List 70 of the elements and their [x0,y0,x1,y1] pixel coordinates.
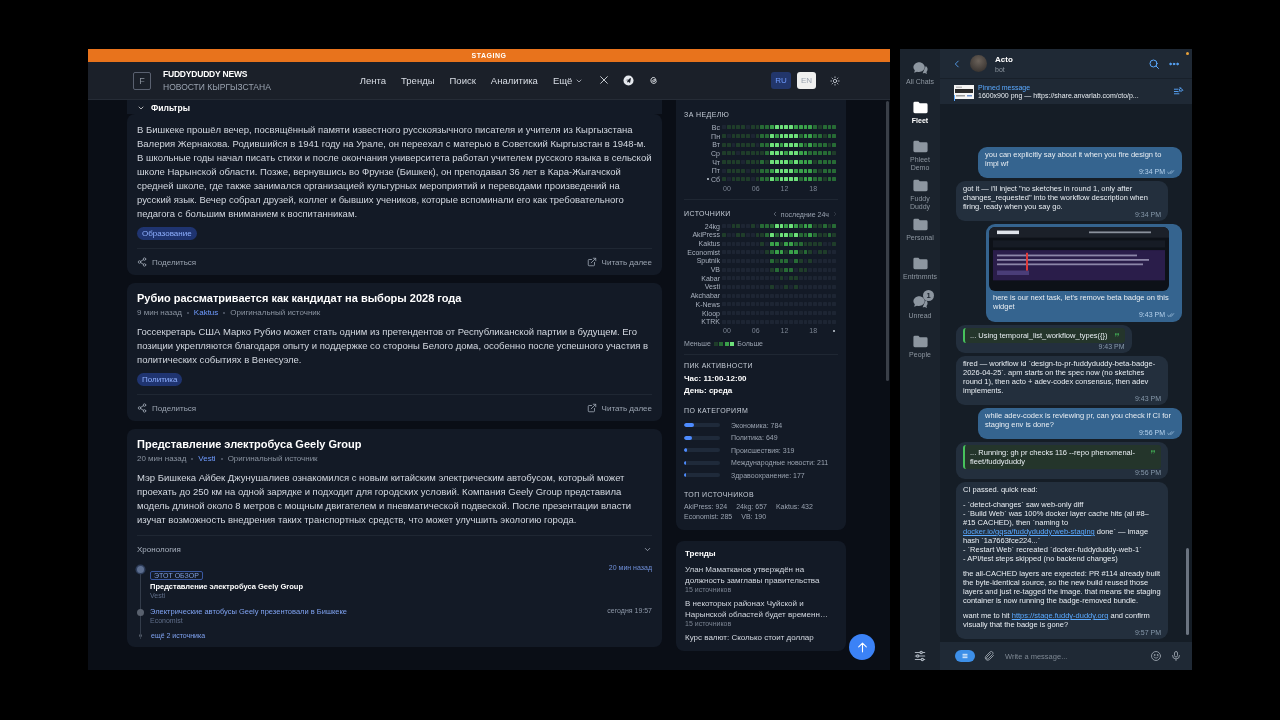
share-button[interactable]: Поделиться [137,257,197,267]
search-icon[interactable] [1148,57,1160,70]
original-source-link[interactable]: Оригинальный источник [227,454,318,463]
chat-bubbles-icon [911,294,929,311]
folder-icon [911,138,929,155]
folder-icon [911,99,929,116]
article-text: Госсекретарь США Марко Рубио может стать одним из претендентов от Республиканской партии в будущем. Его позиции укрепляются благодаря опыту и поддержке со стороны Белого дома, особенно после успешного участия в политических событиях в Венесуэле. [137,325,650,367]
nav-link[interactable]: Тренды [401,75,435,86]
peak-hour: Час: 11:00-12:00 [684,374,748,384]
category-tag[interactable]: Образование [137,227,197,240]
emoji-icon[interactable] [1150,650,1162,662]
nav-dropdown[interactable]: Ещё [552,75,584,86]
article-time: 20 мин назад [137,454,187,463]
article-text: Мэр Бишкека Айбек Джунушалиев ознакомился с новым китайским электрическим автобусом, который может проехать до 250 км на одной зарядке и подходит для городских условий. Компания Geely Group представила модель длиной около 8 метров с мощным двигателем и пневматической подвеской. После презентации власти изучат возможность внедрения таких транспортных средств, что может улучшить экологию города. [137,471,633,527]
timeline-label: Хронология [137,545,181,554]
chat-name: Acto [995,54,1013,64]
logo: F [133,71,151,90]
menu-button[interactable] [955,650,975,662]
back-icon[interactable] [952,58,962,69]
read-more-link[interactable]: Читать далее [586,257,652,267]
paperclip-icon[interactable] [983,650,995,662]
scroll-top-button[interactable] [849,634,875,660]
chevron-down-icon[interactable] [643,545,652,554]
paper-plane-icon[interactable] [623,75,635,86]
share-button[interactable]: Поделиться [137,403,197,413]
share-icon [137,257,147,267]
article-title[interactable]: Представление электробуса Geely Group [137,438,652,450]
share-icon [137,403,147,413]
trend-link[interactable]: Курс валют: Сколько стоит доллар [685,631,837,643]
external-link-icon [586,403,597,413]
chevron-left-icon[interactable] [771,211,778,218]
chat-bubbles-icon [911,60,929,77]
folder-icon [911,255,929,272]
pin-list-icon[interactable] [1173,86,1184,97]
menu-icon [960,651,970,661]
filter-toggle[interactable]: Фильтры [127,100,662,114]
nav-link[interactable]: Лента [359,75,387,86]
language-button[interactable]: RU [771,72,791,89]
x-logo-icon[interactable] [599,75,610,85]
notification-dot [1186,52,1189,55]
folder-icon [911,177,929,194]
trends-title: Тренды [685,548,717,558]
peak-day: День: среда [684,386,838,396]
read-more-link[interactable]: Читать далее [586,403,652,413]
trend-link[interactable]: Улан Маматканов утверждён на должность замглавы правительства [685,563,837,586]
microphone-icon[interactable] [1170,650,1182,662]
avatar [970,55,987,72]
quote-icon [1150,449,1156,455]
category-tag[interactable]: Политика [137,373,183,386]
original-source-link[interactable]: Оригинальный источник [230,308,321,317]
legend-swatches [713,341,735,346]
nav-link[interactable]: Поиск [449,75,476,86]
arrow-up-icon [855,640,869,654]
trend-link[interactable]: В некоторых районах Чуйской и Нарынской областей будет временн… [685,597,837,620]
external-link-icon [586,257,597,267]
folder-icon [911,216,929,233]
at-sign-icon[interactable] [648,75,660,86]
quote-icon [1113,332,1120,338]
site-title: FUDDYDUDDY NEWS [163,69,249,79]
folder-icon [911,333,929,350]
settings-icon[interactable] [913,649,927,663]
nav-link[interactable]: Аналитика [490,75,538,86]
theme-sun-icon[interactable] [830,75,840,86]
chevron-down-icon [137,104,145,112]
article-title[interactable]: Рубио рассматривается как кандидат на выборы 2028 года [137,292,652,304]
site-subtitle: НОВОСТИ КЫРГЫЗСТАНА [163,82,271,92]
article-time: 9 мин назад [137,308,182,317]
article-text: В Бишкеке прошёл вечер, посвящённый памяти известного русскоязычного писателя и учителя из Кыргызстана Валерия Жернакова. Родившийся в 1941 году на Урале, он переехал с матерью в Советский Кыргызстан в 1948-м. В школьные годы начал писать стихи и после окончания университета работал учителем русского языка в сельской школе Нарынской области. Позже, вернувшись во Фрунзе (Бишкек), он преподавал 36 лет в Кара-Жыгачской средней школе, где также занимался организацией культурных мероприятий и переводами произведений на русский язык. Вечер собрал друзей, коллег и бывших учеников, которые вспоминали его как требовательного педагога с большим вниманием к воспитанникам. [137,123,652,221]
source-link[interactable]: Kaktus [193,308,219,317]
source-link[interactable]: Vesti [198,454,216,463]
